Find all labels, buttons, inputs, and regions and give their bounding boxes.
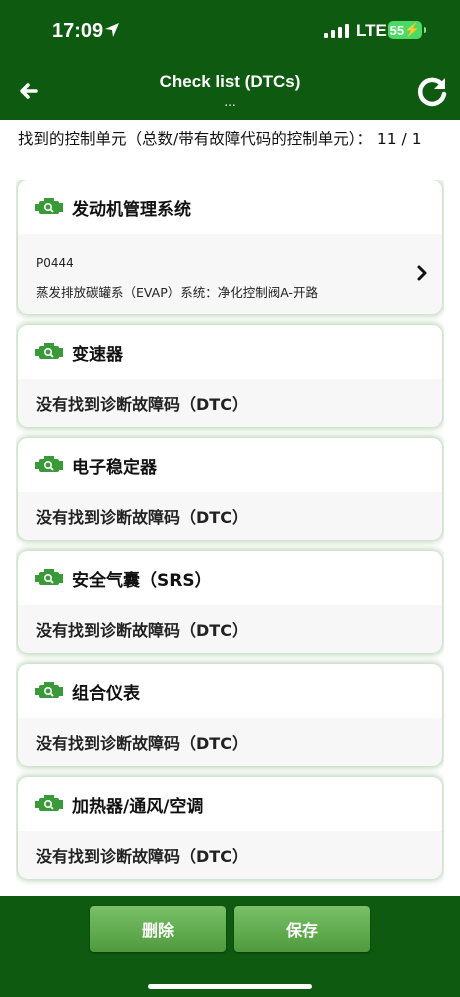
engine-search-icon bbox=[35, 456, 63, 472]
control-unit-list: 发动机管理系统 P0444 蒸发排放碳罐系（EVAP）系统：净化控制阀A-开路 … bbox=[16, 180, 444, 896]
control-unit-name: 加热器/通风/空调 bbox=[72, 796, 204, 817]
cell-signal-icon bbox=[324, 24, 349, 38]
card-header: 变速器 bbox=[18, 325, 442, 379]
engine-search-icon bbox=[35, 795, 63, 811]
battery-level: 55 bbox=[389, 22, 405, 38]
action-bar: 删除 保存 bbox=[0, 896, 460, 997]
control-unit-summary: 找到的控制单元（总数/带有故障代码的控制单元）： 11 / 1 bbox=[18, 130, 422, 148]
engine-search-icon bbox=[35, 682, 63, 698]
dtc-status: 没有找到诊断故障码（DTC） bbox=[36, 847, 248, 866]
home-indicator bbox=[148, 984, 312, 989]
control-unit-card[interactable]: 加热器/通风/空调 没有找到诊断故障码（DTC） bbox=[18, 777, 442, 879]
card-header: 电子稳定器 bbox=[18, 438, 442, 492]
refresh-icon[interactable] bbox=[414, 74, 450, 110]
card-header: 加热器/通风/空调 bbox=[18, 777, 442, 831]
engine-search-icon bbox=[35, 198, 63, 214]
dtc-status: 没有找到诊断故障码（DTC） bbox=[36, 621, 248, 640]
control-unit-card[interactable]: 安全气囊（SRS） 没有找到诊断故障码（DTC） bbox=[18, 551, 442, 653]
control-unit-name: 发动机管理系统 bbox=[72, 199, 191, 220]
location-arrow-icon bbox=[105, 23, 119, 37]
app-header: 17:09 LTE 55 ⚡ Check list (DTCs) ... bbox=[0, 0, 460, 120]
status-time: 17:09 bbox=[52, 20, 104, 42]
save-button[interactable]: 保存 bbox=[234, 906, 370, 952]
control-unit-card[interactable]: 发动机管理系统 P0444 蒸发排放碳罐系（EVAP）系统：净化控制阀A-开路 bbox=[18, 180, 442, 314]
dtc-code: P0444 bbox=[36, 256, 74, 270]
card-header: 组合仪表 bbox=[18, 664, 442, 718]
dtc-status: 没有找到诊断故障码（DTC） bbox=[36, 395, 248, 414]
control-unit-name: 电子稳定器 bbox=[72, 457, 157, 478]
delete-button[interactable]: 删除 bbox=[90, 906, 226, 952]
dtc-status: 没有找到诊断故障码（DTC） bbox=[36, 734, 248, 753]
engine-search-icon bbox=[35, 343, 63, 359]
chevron-right-icon[interactable] bbox=[416, 264, 428, 282]
control-unit-card[interactable]: 变速器 没有找到诊断故障码（DTC） bbox=[18, 325, 442, 427]
control-unit-name: 组合仪表 bbox=[72, 683, 140, 704]
dtc-description: 蒸发排放碳罐系（EVAP）系统：净化控制阀A-开路 bbox=[36, 285, 319, 300]
battery-icon: 55 ⚡ bbox=[388, 21, 426, 39]
control-unit-name: 安全气囊（SRS） bbox=[72, 570, 212, 591]
card-header: 发动机管理系统 bbox=[18, 180, 442, 234]
page-subtitle: ... bbox=[224, 95, 236, 109]
status-bar: 17:09 LTE 55 ⚡ bbox=[0, 0, 460, 60]
network-type: LTE bbox=[356, 21, 387, 40]
dtc-status: 没有找到诊断故障码（DTC） bbox=[36, 508, 248, 527]
page-title: Check list (DTCs) bbox=[159, 72, 301, 91]
engine-search-icon bbox=[35, 569, 63, 585]
control-unit-name: 变速器 bbox=[72, 344, 123, 365]
card-header: 安全气囊（SRS） bbox=[18, 551, 442, 605]
dtc-entry[interactable]: P0444 蒸发排放碳罐系（EVAP）系统：净化控制阀A-开路 bbox=[18, 234, 442, 314]
control-unit-card[interactable]: 组合仪表 没有找到诊断故障码（DTC） bbox=[18, 664, 442, 766]
control-unit-card[interactable]: 电子稳定器 没有找到诊断故障码（DTC） bbox=[18, 438, 442, 540]
